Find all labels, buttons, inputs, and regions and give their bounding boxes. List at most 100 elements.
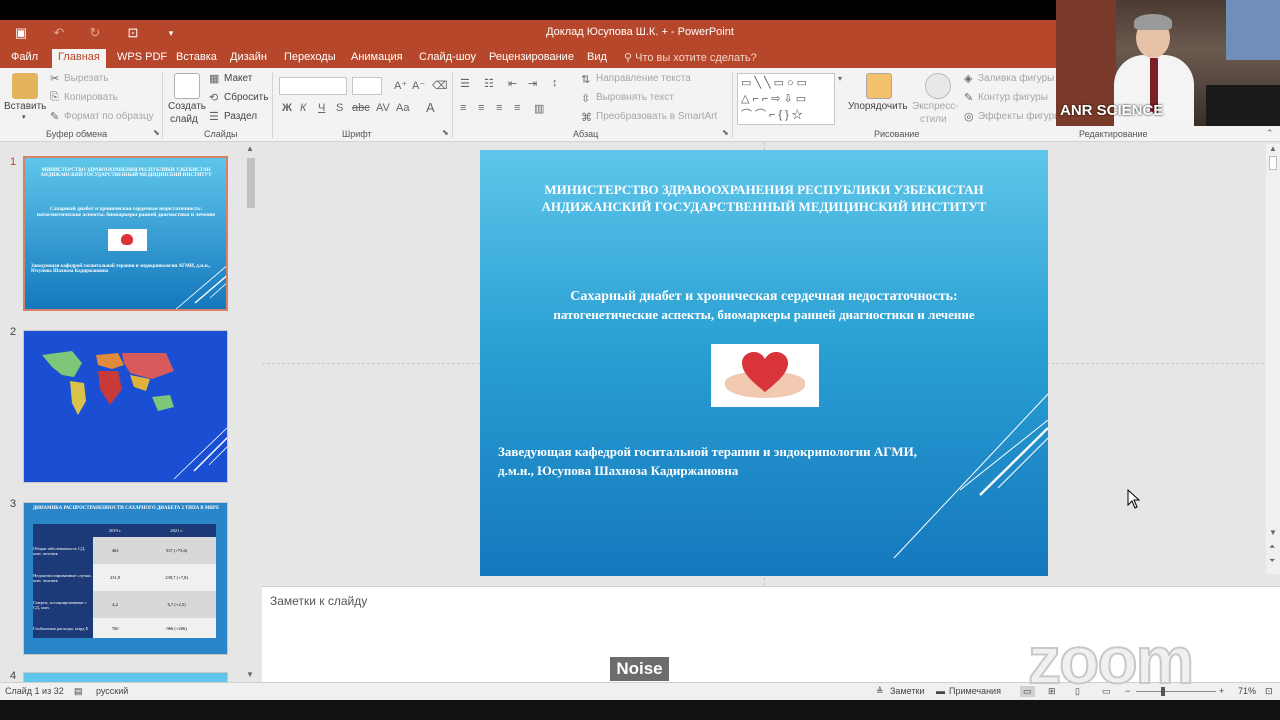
group-label-slides: Слайды bbox=[204, 129, 238, 139]
text-direction-button[interactable]: Направление текста bbox=[596, 73, 691, 84]
next-slide-icon[interactable]: ⏷ bbox=[1269, 556, 1275, 566]
clear-format-icon[interactable]: ⌫ bbox=[432, 79, 448, 92]
new-slide-button[interactable]: Создать bbox=[168, 101, 206, 112]
table-header: 2021 г. bbox=[170, 528, 183, 533]
slide-title-line1[interactable]: Сахарный диабет и хроническая сердечная … bbox=[480, 288, 1048, 306]
tab-transitions[interactable]: Переходы bbox=[284, 49, 336, 68]
fit-to-window-icon[interactable]: ⊡ bbox=[1265, 686, 1273, 697]
thumbnail-scrollbar[interactable]: ▲ ▼ bbox=[244, 144, 258, 680]
slide-thumbnail-3[interactable]: ДИНАМИКА РАСПРОСТРАНЕННОСТИ САХАРНОГО ДИ… bbox=[23, 502, 228, 655]
layout-button[interactable]: Макет bbox=[224, 73, 252, 84]
shape-fill-button[interactable]: Заливка фигуры bbox=[978, 73, 1054, 84]
shape-outline-button[interactable]: Контур фигуры bbox=[978, 92, 1048, 103]
tab-animation[interactable]: Анимация bbox=[351, 49, 403, 68]
tab-review[interactable]: Рецензирование bbox=[489, 49, 574, 68]
shape-effects-button[interactable]: Эффекты фигуры bbox=[978, 111, 1061, 122]
scrollbar-thumb[interactable] bbox=[1269, 156, 1277, 170]
arrange-button[interactable]: Упорядочить bbox=[848, 101, 908, 112]
font-launcher-icon[interactable]: ⬊ bbox=[442, 128, 449, 137]
font-color-icon[interactable]: A bbox=[426, 100, 435, 115]
font-size-box[interactable] bbox=[352, 77, 382, 95]
align-left-icon[interactable]: ≡ bbox=[460, 102, 466, 114]
shadow-icon[interactable]: S bbox=[336, 102, 343, 114]
columns-icon[interactable]: ▥ bbox=[534, 102, 544, 115]
tell-me-search[interactable]: ⚲ Что вы хотите сделать? bbox=[624, 51, 757, 64]
thumbnail-number: 2 bbox=[10, 326, 17, 338]
format-painter-button[interactable]: Формат по образцу bbox=[64, 111, 154, 122]
table-row: Общая заболеваемость СД, млн. человек 46… bbox=[33, 537, 216, 564]
increase-indent-icon[interactable]: ⇥ bbox=[528, 77, 537, 90]
quick-styles-button-line2[interactable]: стили bbox=[920, 114, 947, 125]
font-family-box[interactable] bbox=[279, 77, 347, 95]
smartart-button[interactable]: Преобразовать в SmartArt bbox=[596, 111, 717, 122]
slide-title-line2[interactable]: патогенетические аспекты, биомаркеры ран… bbox=[480, 306, 1048, 324]
thumb3-title: ДИНАМИКА РАСПРОСТРАНЕННОСТИ САХАРНОГО ДИ… bbox=[32, 506, 220, 511]
paste-dropdown-icon[interactable]: ▾ bbox=[22, 113, 26, 121]
comments-button[interactable]: Примечания bbox=[949, 686, 1001, 696]
slide-counter: Слайд 1 из 32 bbox=[5, 686, 64, 696]
strikethrough-icon[interactable]: abc bbox=[352, 102, 370, 114]
tab-view[interactable]: Вид bbox=[587, 49, 607, 68]
change-case-icon[interactable]: Aa bbox=[396, 102, 409, 114]
tab-design[interactable]: Дизайн bbox=[230, 49, 267, 68]
tab-home[interactable]: Главная bbox=[52, 49, 106, 68]
spellcheck-icon[interactable]: ▤ bbox=[74, 686, 83, 697]
tab-insert[interactable]: Вставка bbox=[176, 49, 217, 68]
new-slide-button-line2[interactable]: слайд bbox=[170, 114, 198, 125]
copy-button[interactable]: Копировать bbox=[64, 92, 118, 103]
bold-icon[interactable]: Ж bbox=[282, 102, 292, 114]
cut-button[interactable]: Вырезать bbox=[64, 73, 108, 84]
decrease-font-icon[interactable]: A⁻ bbox=[412, 79, 425, 92]
tab-wps-pdf[interactable]: WPS PDF bbox=[117, 49, 167, 68]
zoom-level[interactable]: 71% bbox=[1238, 686, 1256, 696]
align-text-button[interactable]: Выровнять текст bbox=[596, 92, 674, 103]
slide-thumbnail-pane[interactable]: 1 МИНИСТЕРСТВО ЗДРАВООХРАНЕНИЯ РЕСПУБЛИК… bbox=[0, 142, 260, 684]
notes-toggle-button[interactable]: Заметки bbox=[890, 686, 924, 696]
bullets-icon[interactable]: ☰ bbox=[460, 77, 470, 90]
char-spacing-icon[interactable]: AV bbox=[376, 102, 390, 114]
heart-in-hands-image[interactable] bbox=[711, 344, 819, 407]
slide-thumbnail-2[interactable] bbox=[23, 330, 228, 483]
line-spacing-icon[interactable]: ↕ bbox=[552, 77, 558, 89]
editor-scrollbar[interactable]: ▲ ▼ ⏶ ⏷ bbox=[1266, 144, 1280, 574]
thumbnail-number: 1 bbox=[10, 156, 17, 168]
new-slide-icon[interactable] bbox=[174, 73, 200, 99]
language-indicator[interactable]: русский bbox=[96, 686, 128, 696]
slide-thumbnail-1[interactable]: МИНИСТЕРСТВО ЗДРАВООХРАНЕНИЯ РЕСПУБЛИКИ … bbox=[23, 156, 228, 311]
scroll-up-icon[interactable]: ▲ bbox=[1269, 144, 1277, 153]
previous-slide-icon[interactable]: ⏶ bbox=[1269, 542, 1275, 552]
paste-icon[interactable] bbox=[12, 73, 38, 99]
arrange-icon[interactable] bbox=[866, 73, 892, 99]
increase-font-icon[interactable]: A⁺ bbox=[394, 79, 407, 92]
reset-button[interactable]: Сбросить bbox=[224, 92, 268, 103]
shapes-more-icon[interactable]: ▾ bbox=[838, 74, 842, 83]
decrease-indent-icon[interactable]: ⇤ bbox=[508, 77, 517, 90]
comments-icon[interactable]: ▬ bbox=[936, 686, 945, 696]
notes-toggle-icon[interactable]: ≜ bbox=[876, 686, 884, 697]
numbering-icon[interactable]: ☷ bbox=[484, 77, 494, 90]
section-button[interactable]: Раздел bbox=[224, 111, 257, 122]
shapes-gallery[interactable]: ▭╲╲▭○▭ △⌐⌐⇨⇩▭ ⌒⌒⌐{}☆ bbox=[737, 73, 835, 125]
scroll-up-icon[interactable]: ▲ bbox=[246, 144, 254, 153]
current-slide[interactable]: МИНИСТЕРСТВО ЗДРАВООХРАНЕНИЯ РЕСПУБЛИКИ … bbox=[480, 150, 1048, 576]
align-center-icon[interactable]: ≡ bbox=[478, 102, 484, 114]
tab-file[interactable]: Файл bbox=[11, 49, 38, 68]
quick-styles-button[interactable]: Экспресс- bbox=[912, 101, 959, 112]
align-right-icon[interactable]: ≡ bbox=[496, 102, 502, 114]
justify-icon[interactable]: ≡ bbox=[514, 102, 520, 114]
underline-icon[interactable]: Ч bbox=[318, 102, 325, 114]
collapse-ribbon-icon[interactable]: ⌃ bbox=[1266, 128, 1274, 139]
slide-institution-line2[interactable]: АНДИЖАНСКИЙ ГОСУДАРСТВЕННЫЙ МЕДИЦИНСКИЙ … bbox=[480, 198, 1048, 215]
italic-icon[interactable]: К bbox=[300, 102, 306, 114]
paste-button[interactable]: Вставить bbox=[4, 101, 46, 112]
scrollbar-thumb[interactable] bbox=[247, 158, 255, 208]
tab-slideshow[interactable]: Слайд-шоу bbox=[419, 49, 476, 68]
clipboard-launcher-icon[interactable]: ⬊ bbox=[153, 128, 160, 137]
notes-placeholder[interactable]: Заметки к слайду bbox=[270, 594, 367, 608]
scroll-down-icon[interactable]: ▼ bbox=[246, 670, 254, 679]
paragraph-launcher-icon[interactable]: ⬊ bbox=[722, 128, 729, 137]
zoom-in-icon[interactable]: + bbox=[1219, 686, 1224, 696]
slide-institution-line1[interactable]: МИНИСТЕРСТВО ЗДРАВООХРАНЕНИЯ РЕСПУБЛИКИ … bbox=[480, 181, 1048, 198]
quick-styles-icon[interactable] bbox=[925, 73, 951, 99]
scroll-down-icon[interactable]: ▼ bbox=[1269, 528, 1277, 537]
